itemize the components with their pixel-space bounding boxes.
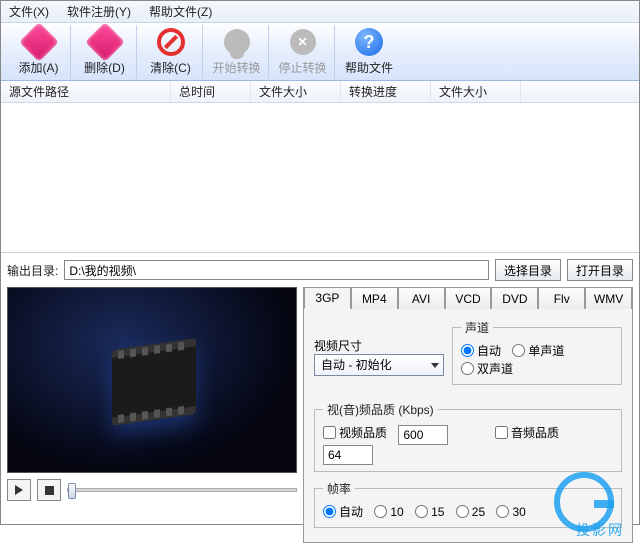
channel-mono[interactable]: 单声道 — [512, 342, 564, 359]
preview-area — [7, 287, 297, 473]
stop-convert-button: ✕ 停止转换 — [271, 25, 335, 79]
choose-dir-button[interactable]: 选择目录 — [495, 259, 561, 281]
help-label: 帮助文件 — [345, 59, 393, 76]
col-progress[interactable]: 转换进度 — [341, 81, 431, 102]
channel-auto[interactable]: 自动 — [461, 342, 501, 359]
video-size-label: 视频尺寸 — [314, 337, 444, 354]
menu-help[interactable]: 帮助文件(Z) — [149, 3, 212, 20]
stop-button[interactable] — [37, 479, 61, 501]
slider-thumb[interactable] — [68, 483, 76, 499]
fps-legend: 帧率 — [323, 480, 355, 497]
tab-avi[interactable]: AVI — [398, 287, 445, 309]
col-source[interactable]: 源文件路径 — [1, 81, 171, 102]
film-icon — [112, 338, 196, 426]
col-size2[interactable]: 文件大小 — [431, 81, 521, 102]
play-icon — [15, 485, 23, 495]
start-convert-button: 开始转换 — [205, 25, 269, 79]
tab-dvd[interactable]: DVD — [491, 287, 538, 309]
fps-30[interactable]: 30 — [496, 505, 525, 519]
clear-button[interactable]: 清除(C) — [139, 25, 203, 79]
menu-register[interactable]: 软件注册(Y) — [67, 3, 131, 20]
tab-mp4[interactable]: MP4 — [351, 287, 398, 309]
add-label: 添加(A) — [19, 59, 59, 76]
seek-slider[interactable] — [67, 488, 297, 492]
menu-file[interactable]: 文件(X) — [9, 3, 49, 20]
file-list[interactable] — [1, 103, 639, 253]
open-dir-button[interactable]: 打开目录 — [567, 259, 633, 281]
help-button[interactable]: ? 帮助文件 — [337, 25, 401, 79]
video-quality-check[interactable]: 视频品质 — [323, 424, 387, 441]
clear-label: 清除(C) — [150, 59, 191, 76]
output-dir-input[interactable] — [64, 260, 489, 280]
channel-legend: 声道 — [461, 319, 493, 336]
quality-legend: 视(音)频品质 (Kbps) — [323, 401, 438, 418]
watermark-text: 投影网 — [576, 520, 624, 540]
channel-stereo[interactable]: 双声道 — [461, 360, 513, 377]
tab-flv[interactable]: Flv — [538, 287, 585, 309]
col-total-time[interactable]: 总时间 — [171, 81, 251, 102]
video-size-select[interactable]: 自动 - 初始化 — [314, 354, 444, 376]
delete-icon — [85, 22, 125, 62]
fps-25[interactable]: 25 — [456, 505, 485, 519]
stop-icon — [45, 486, 54, 495]
delete-label: 删除(D) — [84, 59, 125, 76]
stop-label: 停止转换 — [278, 59, 326, 76]
start-label: 开始转换 — [212, 59, 260, 76]
format-tabs: 3GP MP4 AVI VCD DVD Flv WMV — [304, 287, 632, 309]
start-icon — [224, 29, 250, 55]
fps-10[interactable]: 10 — [374, 505, 403, 519]
tab-wmv[interactable]: WMV — [585, 287, 632, 309]
delete-button[interactable]: 删除(D) — [73, 25, 137, 79]
audio-quality-check[interactable]: 音频品质 — [495, 424, 559, 441]
add-button[interactable]: 添加(A) — [7, 25, 71, 79]
output-dir-label: 输出目录: — [7, 262, 58, 279]
help-icon: ? — [355, 28, 383, 56]
stop-icon: ✕ — [290, 29, 316, 55]
tab-3gp[interactable]: 3GP — [304, 287, 351, 309]
clear-icon — [157, 28, 185, 56]
col-size1[interactable]: 文件大小 — [251, 81, 341, 102]
video-size-value: 自动 - 初始化 — [321, 356, 392, 373]
add-icon — [19, 22, 59, 62]
video-quality-input[interactable] — [398, 425, 448, 445]
audio-quality-input[interactable] — [323, 445, 373, 465]
tab-vcd[interactable]: VCD — [445, 287, 492, 309]
play-button[interactable] — [7, 479, 31, 501]
fps-15[interactable]: 15 — [415, 505, 444, 519]
fps-auto[interactable]: 自动 — [323, 503, 363, 520]
file-list-header: 源文件路径 总时间 文件大小 转换进度 文件大小 — [1, 81, 639, 103]
